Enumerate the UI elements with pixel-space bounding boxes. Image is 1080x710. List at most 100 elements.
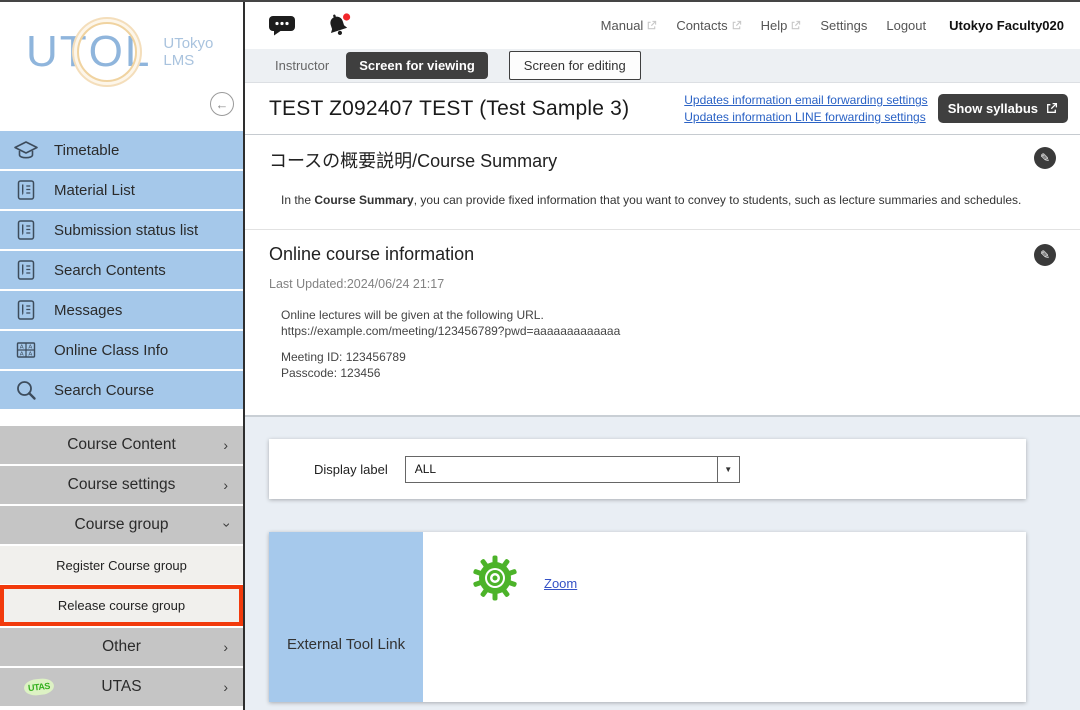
top-nav: Manual Contacts Help Settings Logout Uto… (601, 18, 1064, 33)
chevron-down-icon: › (220, 523, 236, 528)
online-course-body: Online lectures will be given at the fol… (281, 307, 1056, 381)
content-list-area: Display label ALL ▼ External Tool Link Z… (245, 417, 1080, 710)
sidebar-item-material-list[interactable]: Material List (0, 171, 243, 209)
manual-link[interactable]: Manual (601, 18, 658, 33)
dropdown-arrow-icon[interactable]: ▼ (717, 457, 739, 482)
external-tool-link-card: External Tool Link Zoom (269, 532, 1026, 702)
sidebar-group-utas[interactable]: UTAS UTAS › (0, 668, 243, 706)
external-tool-link-body: Zoom (423, 532, 1026, 702)
course-summary-section: コースの概要説明/Course Summary ✎ In the Course … (245, 135, 1080, 230)
zoom-tool-gear-icon[interactable] (471, 554, 519, 602)
online-course-section: Online course information ✎ Last Updated… (245, 230, 1080, 417)
settings-link[interactable]: Settings (820, 18, 867, 33)
external-link-icon (646, 20, 657, 31)
sidebar-item-search-course[interactable]: Search Course (0, 371, 243, 409)
top-bar: Manual Contacts Help Settings Logout Uto… (245, 2, 1080, 49)
course-summary-description: In the Course Summary, you can provide f… (281, 193, 1056, 207)
back-arrow-icon: ← (216, 97, 229, 112)
sidebar-item-label: Online Class Info (54, 342, 168, 359)
last-updated-text: Last Updated:2024/06/24 21:17 (269, 277, 1056, 291)
sidebar-item-label: Timetable (54, 142, 119, 159)
selected-option: ALL (415, 462, 436, 476)
sidebar-group-label: Course group (75, 516, 169, 534)
document-icon (13, 178, 39, 202)
sidebar-group-label: UTAS (101, 678, 141, 696)
logo-text: UTOL (26, 30, 151, 74)
online-course-heading: Online course information (269, 244, 1056, 265)
search-icon (13, 378, 39, 402)
external-link-icon (790, 20, 801, 31)
role-tab-bar: Instructor Screen for viewing Screen for… (245, 49, 1080, 83)
messages-bubble-icon[interactable] (267, 13, 297, 39)
contacts-link[interactable]: Contacts (676, 18, 741, 33)
utol-logo[interactable]: UTOL UTokyoLMS (26, 30, 213, 74)
screen-for-editing-tab[interactable]: Screen for editing (509, 51, 641, 80)
meeting-url: https://example.com/meeting/123456789?pw… (281, 323, 1056, 339)
sidebar: UTOL UTokyoLMS ← Timetable Material List… (0, 2, 245, 710)
sidebar-item-messages[interactable]: Messages (0, 291, 243, 329)
sidebar-group-course-settings[interactable]: Course settings › (0, 466, 243, 504)
sidebar-collapse-button[interactable]: ← (210, 92, 234, 116)
external-link-icon (1045, 102, 1058, 115)
display-label-filter-card: Display label ALL ▼ (269, 439, 1026, 499)
sidebar-item-timetable[interactable]: Timetable (0, 131, 243, 169)
logo-area: UTOL UTokyoLMS ← (0, 2, 243, 131)
sidebar-item-search-contents[interactable]: Search Contents (0, 251, 243, 289)
sidebar-item-submission-status-list[interactable]: Submission status list (0, 211, 243, 249)
edit-summary-button[interactable]: ✎ (1034, 147, 1056, 169)
display-label-select[interactable]: ALL ▼ (405, 456, 740, 483)
sidebar-item-online-class-info[interactable]: Online Class Info (0, 331, 243, 369)
sidebar-group-label: Other (102, 638, 141, 656)
document-icon (13, 298, 39, 322)
sidebar-item-label: Search Course (54, 382, 154, 399)
line-forwarding-settings-link[interactable]: Updates information LINE forwarding sett… (684, 110, 927, 124)
sidebar-item-register-course-group[interactable]: Register Course group (0, 546, 243, 584)
sidebar-item-release-course-group[interactable]: Release course group (0, 585, 243, 626)
course-summary-heading: コースの概要説明/Course Summary (269, 147, 1056, 173)
help-link[interactable]: Help (761, 18, 802, 33)
sidebar-subitem-label: Release course group (58, 598, 185, 613)
sidebar-subitem-label: Register Course group (56, 558, 187, 573)
sidebar-group-label: Course settings (68, 476, 176, 494)
course-header-actions: Updates information email forwarding set… (684, 93, 1068, 124)
logo-subtitle: UTokyoLMS (163, 35, 213, 70)
chevron-right-icon: › (223, 679, 228, 695)
show-syllabus-button[interactable]: Show syllabus (938, 94, 1068, 123)
chevron-right-icon: › (223, 477, 228, 493)
forwarding-links: Updates information email forwarding set… (684, 93, 927, 124)
sidebar-group-course-group[interactable]: Course group › (0, 506, 243, 544)
chevron-right-icon: › (223, 437, 228, 453)
utol-lms-page: UTOL UTokyoLMS ← Timetable Material List… (0, 0, 1080, 710)
pencil-icon: ✎ (1040, 151, 1050, 165)
sidebar-gap (0, 411, 243, 426)
meeting-id: Meeting ID: 123456789 (281, 349, 1056, 365)
screen-for-viewing-tab[interactable]: Screen for viewing (346, 52, 488, 79)
current-user-name: Utokyo Faculty020 (949, 18, 1064, 33)
edit-online-course-button[interactable]: ✎ (1034, 244, 1056, 266)
zoom-tool-link[interactable]: Zoom (544, 576, 577, 591)
email-forwarding-settings-link[interactable]: Updates information email forwarding set… (684, 93, 927, 107)
sidebar-item-label: Messages (54, 302, 122, 319)
meeting-passcode: Passcode: 123456 (281, 365, 1056, 381)
role-label: Instructor (275, 58, 329, 73)
chevron-right-icon: › (223, 639, 228, 655)
external-tool-link-label: External Tool Link (269, 636, 423, 653)
pencil-icon: ✎ (1040, 248, 1050, 262)
sidebar-item-label: Search Contents (54, 262, 166, 279)
external-link-icon (731, 20, 742, 31)
graduation-cap-icon (13, 138, 39, 162)
display-label-text: Display label (314, 462, 388, 477)
sidebar-item-label: Material List (54, 182, 135, 199)
spacer (281, 339, 1056, 349)
sidebar-item-label: Submission status list (54, 222, 198, 239)
document-icon (13, 218, 39, 242)
notifications-bell-icon[interactable] (323, 11, 353, 41)
sidebar-group-label: Course Content (67, 436, 176, 454)
logout-link[interactable]: Logout (886, 18, 926, 33)
online-course-line: Online lectures will be given at the fol… (281, 307, 1056, 323)
document-icon (13, 258, 39, 282)
course-title: TEST Z092407 TEST (Test Sample 3) (269, 97, 629, 121)
sidebar-group-other[interactable]: Other › (0, 628, 243, 666)
sidebar-group-course-content[interactable]: Course Content › (0, 426, 243, 464)
logo-o-ring: O (89, 30, 125, 74)
